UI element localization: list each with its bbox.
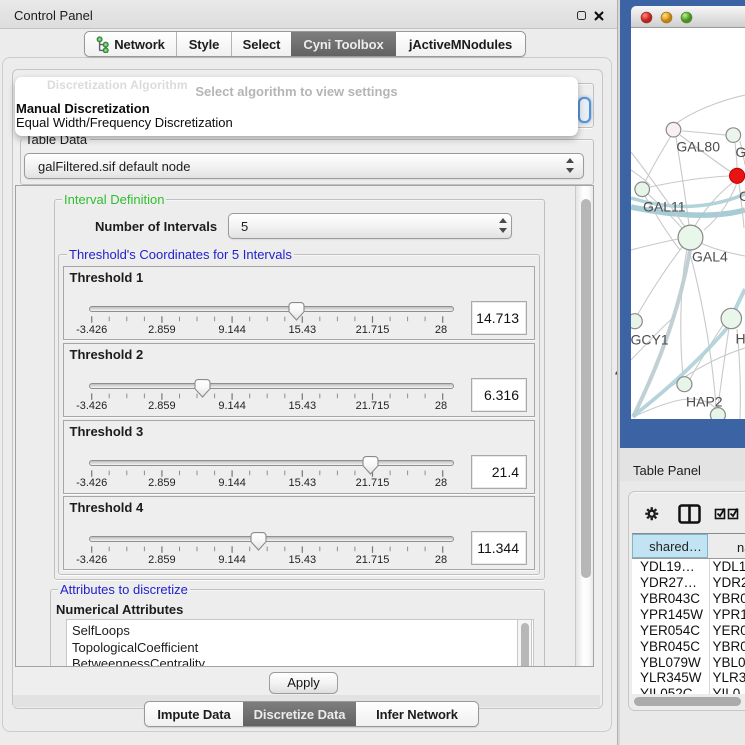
svg-text:GCY1: GCY1 xyxy=(631,332,669,348)
svg-text:G…: G… xyxy=(736,144,745,160)
svg-text:H: H xyxy=(736,331,745,347)
svg-text:GAL80: GAL80 xyxy=(676,139,720,155)
svg-text:C: C xyxy=(739,188,745,204)
svg-text:GAL4: GAL4 xyxy=(692,249,728,265)
svg-text:GAL11: GAL11 xyxy=(643,199,686,215)
svg-text:HAP2: HAP2 xyxy=(686,394,723,410)
